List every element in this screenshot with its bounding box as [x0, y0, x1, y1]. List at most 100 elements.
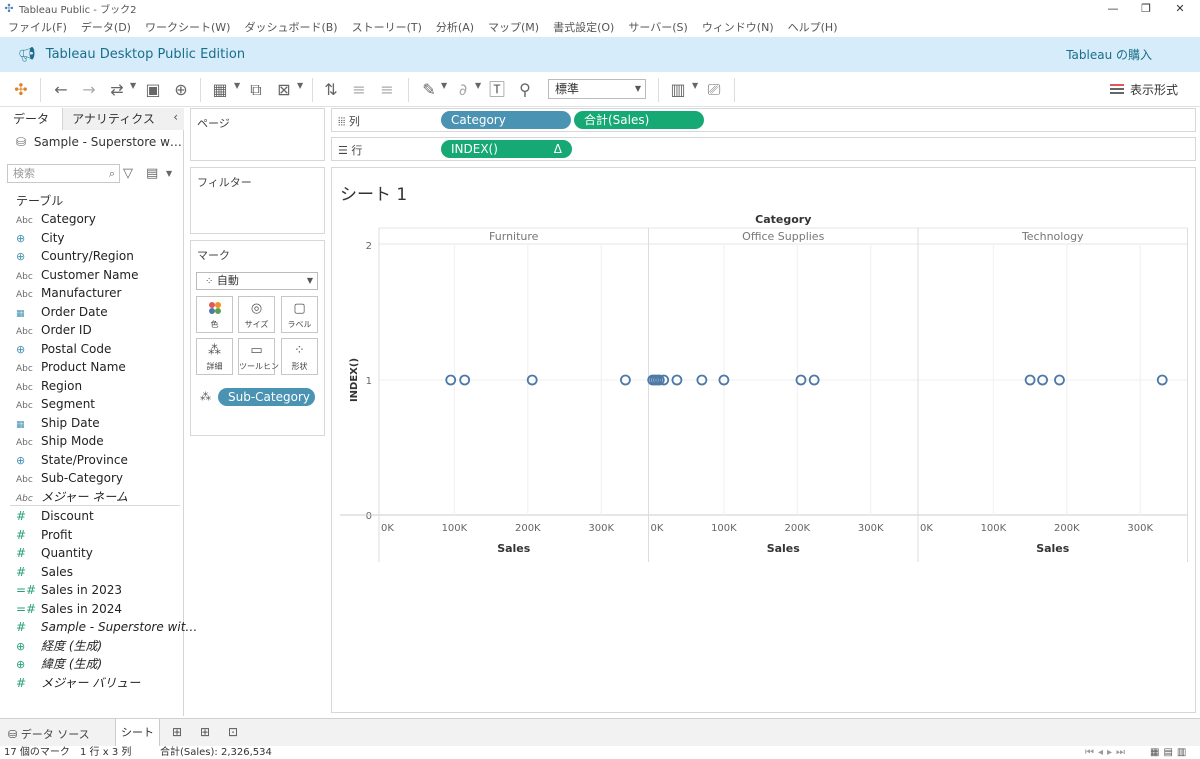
dimension-field[interactable]: Abc Segment	[16, 395, 95, 413]
save-icon[interactable]: ▣	[144, 80, 162, 100]
chevron-down-icon[interactable]: ▼	[475, 81, 481, 90]
show-cards-icon[interactable]: ▥	[668, 80, 688, 100]
menu-file[interactable]: ファイル(F)	[8, 19, 67, 35]
highlight-icon[interactable]: ✎	[420, 80, 438, 100]
measure-field[interactable]: # Profit	[16, 526, 72, 544]
chevron-down-icon[interactable]: ▼	[297, 81, 303, 90]
attach-icon[interactable]: ∂	[454, 80, 472, 100]
dimension-field[interactable]: ⊕ State/Province	[16, 451, 128, 469]
swap-icon[interactable]: ⇄	[106, 80, 128, 100]
dimension-field[interactable]: Abc メジャー ネーム	[16, 488, 128, 506]
measure-field[interactable]: ⊕ 緯度 (生成)	[16, 655, 102, 673]
fit-select[interactable]: 標準 ▼	[548, 79, 646, 99]
show-me-button[interactable]: 表示形式	[1110, 80, 1178, 98]
measure-field[interactable]: # メジャー バリュー	[16, 674, 140, 692]
chevron-down-icon[interactable]: ▼	[692, 81, 698, 90]
chevron-down-icon[interactable]: ▼	[234, 81, 240, 90]
presentation-mode-icon[interactable]: ⎚	[704, 80, 724, 100]
view-list-icon[interactable]: ▤	[146, 166, 158, 181]
menu-format[interactable]: 書式設定(O)	[553, 19, 614, 35]
row-pill-index[interactable]: INDEX() Δ	[441, 140, 572, 158]
column-pill-category[interactable]: Category	[441, 111, 571, 129]
measure-field[interactable]: =# Sales in 2023	[16, 581, 122, 599]
measure-field[interactable]: =# Sales in 2024	[16, 600, 122, 618]
tab-data[interactable]: データ	[0, 108, 62, 130]
menu-story[interactable]: ストーリー(T)	[352, 19, 422, 35]
mark-type-select[interactable]: ⁘ 自動 ▼	[196, 272, 318, 290]
datasource-tab[interactable]: ⛁ データ ソース	[8, 726, 90, 742]
filters-card[interactable]: フィルター	[190, 167, 325, 234]
menu-map[interactable]: マップ(M)	[488, 19, 539, 35]
show-labels-icon[interactable]: 🅃︎	[488, 80, 506, 100]
new-dashboard-icon[interactable]: ⊞	[196, 725, 214, 741]
status-sum-sales: 合計(Sales): 2,326,534	[160, 747, 272, 758]
sheet-tab[interactable]: シート 1	[115, 719, 160, 759]
dimension-field[interactable]: Abc Category	[16, 210, 96, 228]
dimension-field[interactable]: Abc Sub-Category	[16, 469, 123, 487]
filter-icon[interactable]: ▽	[123, 166, 133, 181]
clear-sheet-icon[interactable]: ⊠	[274, 80, 294, 100]
x-tick-label: 0K	[651, 523, 664, 534]
detail-pill-sub-category[interactable]: Sub-Category	[218, 388, 315, 406]
dimension-field[interactable]: ⊕ Postal Code	[16, 340, 111, 358]
dimension-field[interactable]: Abc Customer Name	[16, 266, 139, 284]
sort-ascending-icon[interactable]: ≡	[350, 80, 368, 100]
measure-field[interactable]: # Sample - Superstore wit…	[16, 618, 197, 636]
view-toggle-icon[interactable]: ▦▤▥	[1150, 747, 1190, 759]
shape-button[interactable]: ⁘ 形状	[281, 338, 318, 375]
dimension-field[interactable]: Abc Order ID	[16, 321, 92, 339]
color-button[interactable]: 色	[196, 296, 233, 333]
pages-card[interactable]: ページ	[190, 108, 325, 161]
duplicate-sheet-icon[interactable]: ⧉	[246, 80, 266, 100]
menu-analysis[interactable]: 分析(A)	[436, 19, 474, 35]
tab-analytics[interactable]: アナリティクス	[62, 108, 184, 130]
close-button[interactable]: ✕	[1162, 0, 1198, 17]
pin-icon[interactable]: ⚲	[516, 80, 534, 100]
collapse-pane-icon[interactable]: ‹	[173, 110, 178, 124]
dimension-field[interactable]: ▦ Order Date	[16, 303, 108, 321]
menu-window[interactable]: ウィンドウ(N)	[702, 19, 774, 35]
dimension-field[interactable]: Abc Region	[16, 377, 82, 395]
dimension-field[interactable]: ⊕ Country/Region	[16, 247, 134, 265]
datasource-item[interactable]: ⛁ Sample - Superstore w…	[16, 135, 181, 151]
sheet-navigation-icon[interactable]: ⏮◂▸⏭	[1085, 747, 1129, 759]
dimension-field[interactable]: ⊕ City	[16, 229, 65, 247]
redo-icon[interactable]: →	[80, 80, 98, 100]
dimension-field[interactable]: ▦ Ship Date	[16, 414, 100, 432]
tableau-home-icon[interactable]: ✣	[12, 80, 30, 100]
chevron-down-icon[interactable]: ▼	[130, 81, 136, 90]
minimize-button[interactable]: —	[1095, 0, 1131, 17]
field-search-input[interactable]: 検索 ⌕	[7, 164, 120, 183]
swap-rows-columns-icon[interactable]: ⇅	[322, 80, 340, 100]
rows-shelf-label: ☰ 行	[338, 144, 363, 157]
size-button[interactable]: ◎ サイズ	[238, 296, 275, 333]
measure-field[interactable]: # Discount	[16, 507, 94, 525]
new-worksheet-icon[interactable]: ⊞	[168, 725, 186, 741]
chevron-down-icon[interactable]: ▼	[166, 169, 172, 178]
measure-field[interactable]: # Quantity	[16, 544, 93, 562]
restore-button[interactable]: ❐	[1128, 0, 1164, 17]
undo-icon[interactable]: ←	[52, 80, 70, 100]
chevron-down-icon[interactable]: ▼	[441, 81, 447, 90]
menu-dashboard[interactable]: ダッシュボード(B)	[244, 19, 337, 35]
menu-help[interactable]: ヘルプ(H)	[788, 19, 838, 35]
detail-button[interactable]: ⁂ 詳細	[196, 338, 233, 375]
new-datasource-icon[interactable]: ⊕	[172, 80, 190, 100]
measure-field[interactable]: ⊕ 経度 (生成)	[16, 637, 102, 655]
menu-data[interactable]: データ(D)	[81, 19, 131, 35]
menu-server[interactable]: サーバー(S)	[628, 19, 687, 35]
data-pane-tabs: データ アナリティクス ‹	[0, 108, 184, 130]
label-button[interactable]: ▢ ラベル	[281, 296, 318, 333]
tooltip-button[interactable]: ▭ ツールヒント	[238, 338, 287, 375]
new-worksheet-icon[interactable]: ▦	[210, 80, 230, 100]
scatter-chart[interactable]: Category 0 1 2 INDEX() Furniture 0K 100K 200K 300…	[332, 168, 1197, 714]
buy-tableau-link[interactable]: Tableau の購入	[1066, 46, 1152, 63]
sort-descending-icon[interactable]: ≡	[378, 80, 396, 100]
new-story-icon[interactable]: ⊡	[224, 725, 242, 741]
column-pill-sum-sales[interactable]: 合計(Sales)	[574, 111, 704, 129]
measure-field[interactable]: # Sales	[16, 563, 73, 581]
dimension-field[interactable]: Abc Manufacturer	[16, 284, 121, 302]
dimension-field[interactable]: Abc Product Name	[16, 358, 126, 376]
menu-worksheet[interactable]: ワークシート(W)	[145, 19, 230, 35]
dimension-field[interactable]: Abc Ship Mode	[16, 432, 104, 450]
